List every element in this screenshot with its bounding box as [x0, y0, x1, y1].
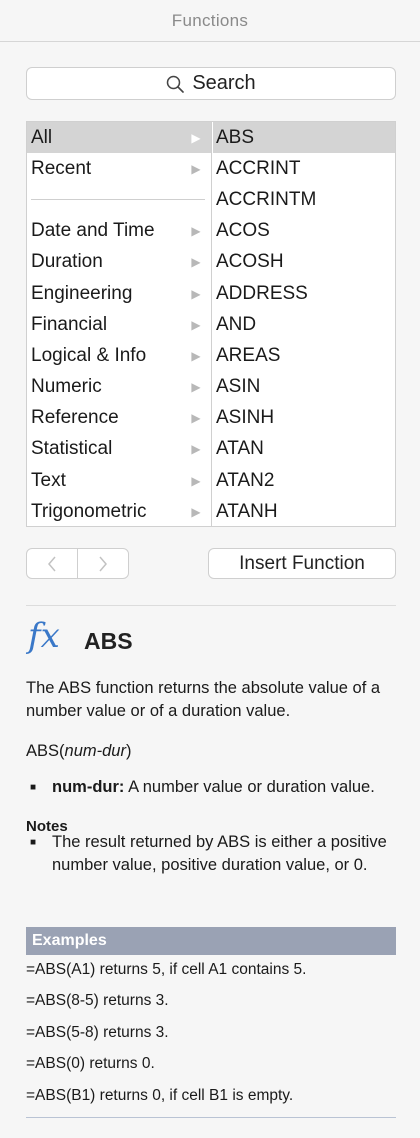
syntax-prefix: ABS( — [26, 742, 65, 760]
bullet-icon: ■ — [30, 782, 37, 793]
category-label: Statistical — [31, 438, 113, 460]
category-item[interactable]: Statistical ▶ — [27, 434, 211, 465]
function-label: ASINH — [216, 407, 275, 429]
disclosure-arrow-icon: ▶ — [191, 411, 201, 426]
search-label: Search — [192, 72, 256, 94]
function-item[interactable]: AREAS — [213, 340, 395, 371]
insert-function-button[interactable]: Insert Function — [208, 548, 396, 579]
example-line: =ABS(0) returns 0. — [26, 1055, 155, 1072]
category-item[interactable]: Financial ▶ — [27, 309, 211, 340]
category-item[interactable]: Reference ▶ — [27, 403, 211, 434]
function-item[interactable]: ATAN2 — [213, 465, 395, 496]
syntax-arg: num-dur — [64, 742, 126, 760]
category-item[interactable]: Engineering ▶ — [27, 278, 211, 309]
category-label: Trigonometric — [31, 500, 147, 522]
function-label: ATAN — [216, 438, 264, 460]
search-icon — [167, 75, 185, 93]
note-text: The result returned by ABS is either a p… — [52, 833, 387, 874]
function-item[interactable]: ACCRINT — [213, 153, 395, 184]
category-item[interactable]: All ▶ — [27, 122, 211, 154]
category-separator — [27, 184, 211, 215]
category-label: Reference — [31, 407, 119, 429]
function-label: ATAN2 — [216, 469, 275, 491]
function-item[interactable]: ACOSH — [213, 247, 395, 278]
function-label: ABS — [216, 126, 255, 148]
function-label: ADDRESS — [216, 282, 308, 304]
function-item[interactable]: ABS — [213, 122, 395, 154]
function-label: ACCRINTM — [216, 188, 317, 210]
disclosure-arrow-icon: ▶ — [191, 130, 201, 145]
category-label: Logical & Info — [31, 344, 147, 366]
example-line: =ABS(A1) returns 5, if cell A1 contains … — [26, 961, 307, 978]
function-label: ASIN — [216, 376, 261, 398]
category-list: All ▶ Recent ▶ Date and Time ▶ Duration ▶ Engine… — [27, 122, 212, 526]
function-label: ACCRINT — [216, 157, 301, 179]
category-label: Date and Time — [31, 220, 155, 242]
panel-title: Functions — [0, 0, 420, 42]
function-label: ACOS — [216, 220, 270, 242]
bullet-icon: ■ — [30, 837, 37, 848]
function-label: ATANH — [216, 500, 278, 522]
disclosure-arrow-icon: ▶ — [191, 317, 201, 332]
disclosure-arrow-icon: ▶ — [191, 348, 201, 363]
function-item[interactable]: ADDRESS — [213, 278, 395, 309]
function-item[interactable]: ACOS — [213, 216, 395, 247]
category-item[interactable]: Numeric ▶ — [27, 372, 211, 403]
disclosure-arrow-icon: ▶ — [191, 380, 201, 395]
history-nav — [26, 548, 129, 579]
function-item[interactable]: ATANH — [213, 496, 395, 527]
argument-item: ■ num-dur: A number value or duration va… — [30, 776, 405, 799]
function-description: The ABS function returns the absolute va… — [26, 679, 381, 720]
argument-description: A number value or duration value. — [124, 778, 375, 796]
function-syntax: ABS(num-dur) — [26, 742, 131, 761]
disclosure-arrow-icon: ▶ — [191, 504, 201, 519]
function-browser: All ▶ Recent ▶ Date and Time ▶ Duration ▶ Engine… — [26, 121, 396, 527]
back-button[interactable] — [27, 549, 77, 578]
function-item[interactable]: AND — [213, 309, 395, 340]
example-line: =ABS(8-5) returns 3. — [26, 992, 169, 1009]
syntax-suffix: ) — [125, 742, 132, 760]
function-item[interactable]: ASINH — [213, 403, 395, 434]
category-label: Engineering — [31, 282, 133, 304]
function-item[interactable]: ASIN — [213, 372, 395, 403]
argument-name: num-dur: — [52, 778, 125, 796]
example-line: =ABS(B1) returns 0, if cell B1 is empty. — [26, 1087, 294, 1104]
category-label: Financial — [31, 313, 108, 335]
category-label: Text — [31, 469, 66, 491]
separator-line — [31, 199, 205, 201]
divider — [26, 1117, 396, 1118]
disclosure-arrow-icon: ▶ — [191, 161, 201, 176]
function-item[interactable]: ACCRINTM — [213, 184, 395, 215]
disclosure-arrow-icon: ▶ — [191, 442, 201, 457]
disclosure-arrow-icon: ▶ — [191, 473, 201, 488]
disclosure-arrow-icon: ▶ — [191, 286, 201, 301]
category-item[interactable]: Duration ▶ — [27, 247, 211, 278]
function-label: AREAS — [216, 344, 281, 366]
chevron-right-icon — [99, 556, 107, 571]
search-field[interactable]: Search — [26, 67, 396, 100]
category-item[interactable]: Recent ▶ — [27, 153, 211, 184]
category-label: Numeric — [31, 376, 102, 398]
function-list: ABS ACCRINT ACCRINTM ACOS ACOSH ADDRESS AND ARE… — [213, 122, 395, 526]
function-item[interactable]: ATAN — [213, 434, 395, 465]
disclosure-arrow-icon: ▶ — [191, 224, 201, 239]
category-item[interactable]: Text ▶ — [27, 465, 211, 496]
disclosure-arrow-icon: ▶ — [191, 255, 201, 270]
chevron-left-icon — [48, 556, 56, 571]
forward-button[interactable] — [77, 549, 128, 578]
function-name: ABS — [84, 628, 133, 654]
divider — [26, 605, 396, 606]
category-label: All — [31, 126, 53, 148]
category-item[interactable]: Logical & Info ▶ — [27, 340, 211, 371]
fx-icon: fx — [28, 616, 60, 656]
function-label: AND — [216, 313, 257, 335]
category-label: Recent — [31, 157, 92, 179]
category-item[interactable]: Date and Time ▶ — [27, 216, 211, 247]
category-item[interactable]: Trigonometric ▶ — [27, 496, 211, 527]
function-label: ACOSH — [216, 251, 284, 273]
examples-heading: Examples — [26, 927, 396, 955]
note-item: ■ The result returned by ABS is either a… — [30, 831, 390, 877]
example-line: =ABS(5-8) returns 3. — [26, 1024, 169, 1041]
category-label: Duration — [31, 251, 103, 273]
